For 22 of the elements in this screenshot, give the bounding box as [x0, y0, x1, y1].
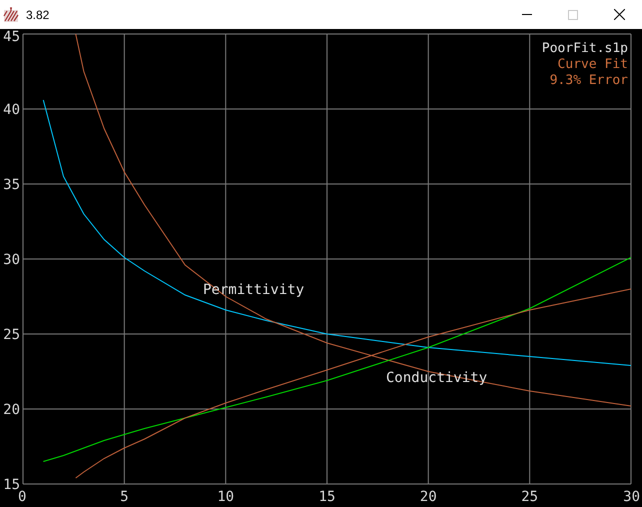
axis-tick-label: 25	[521, 489, 538, 505]
window-title: 3.82	[26, 6, 50, 24]
legend-text: PoorFit.s1p	[542, 41, 628, 57]
legend-text: 9.3% Error	[550, 73, 628, 89]
axis-tick-label: 0	[18, 489, 26, 505]
axis-tick-label: 15	[318, 489, 336, 505]
legend-text: Curve Fit	[558, 57, 628, 73]
app-icon	[3, 6, 19, 22]
axis-tick-label: 20	[420, 489, 437, 505]
axis-tick-label: 30	[3, 252, 20, 268]
close-icon	[614, 9, 624, 20]
axis-tick-label: 10	[217, 489, 234, 505]
axis-tick-label: 5	[120, 489, 129, 505]
axis-tick-label: 15	[3, 477, 20, 493]
axis-tick-label: 25	[3, 327, 20, 343]
minimize-icon	[522, 14, 532, 15]
maximize-icon	[568, 10, 578, 20]
axis-tick-label: 20	[3, 402, 20, 418]
axis-tick-label: 40	[3, 102, 20, 118]
axis-tick-label: 35	[3, 177, 20, 193]
axis-tick-label: 45	[3, 29, 20, 45]
axis-tick-label: 30	[623, 489, 640, 505]
